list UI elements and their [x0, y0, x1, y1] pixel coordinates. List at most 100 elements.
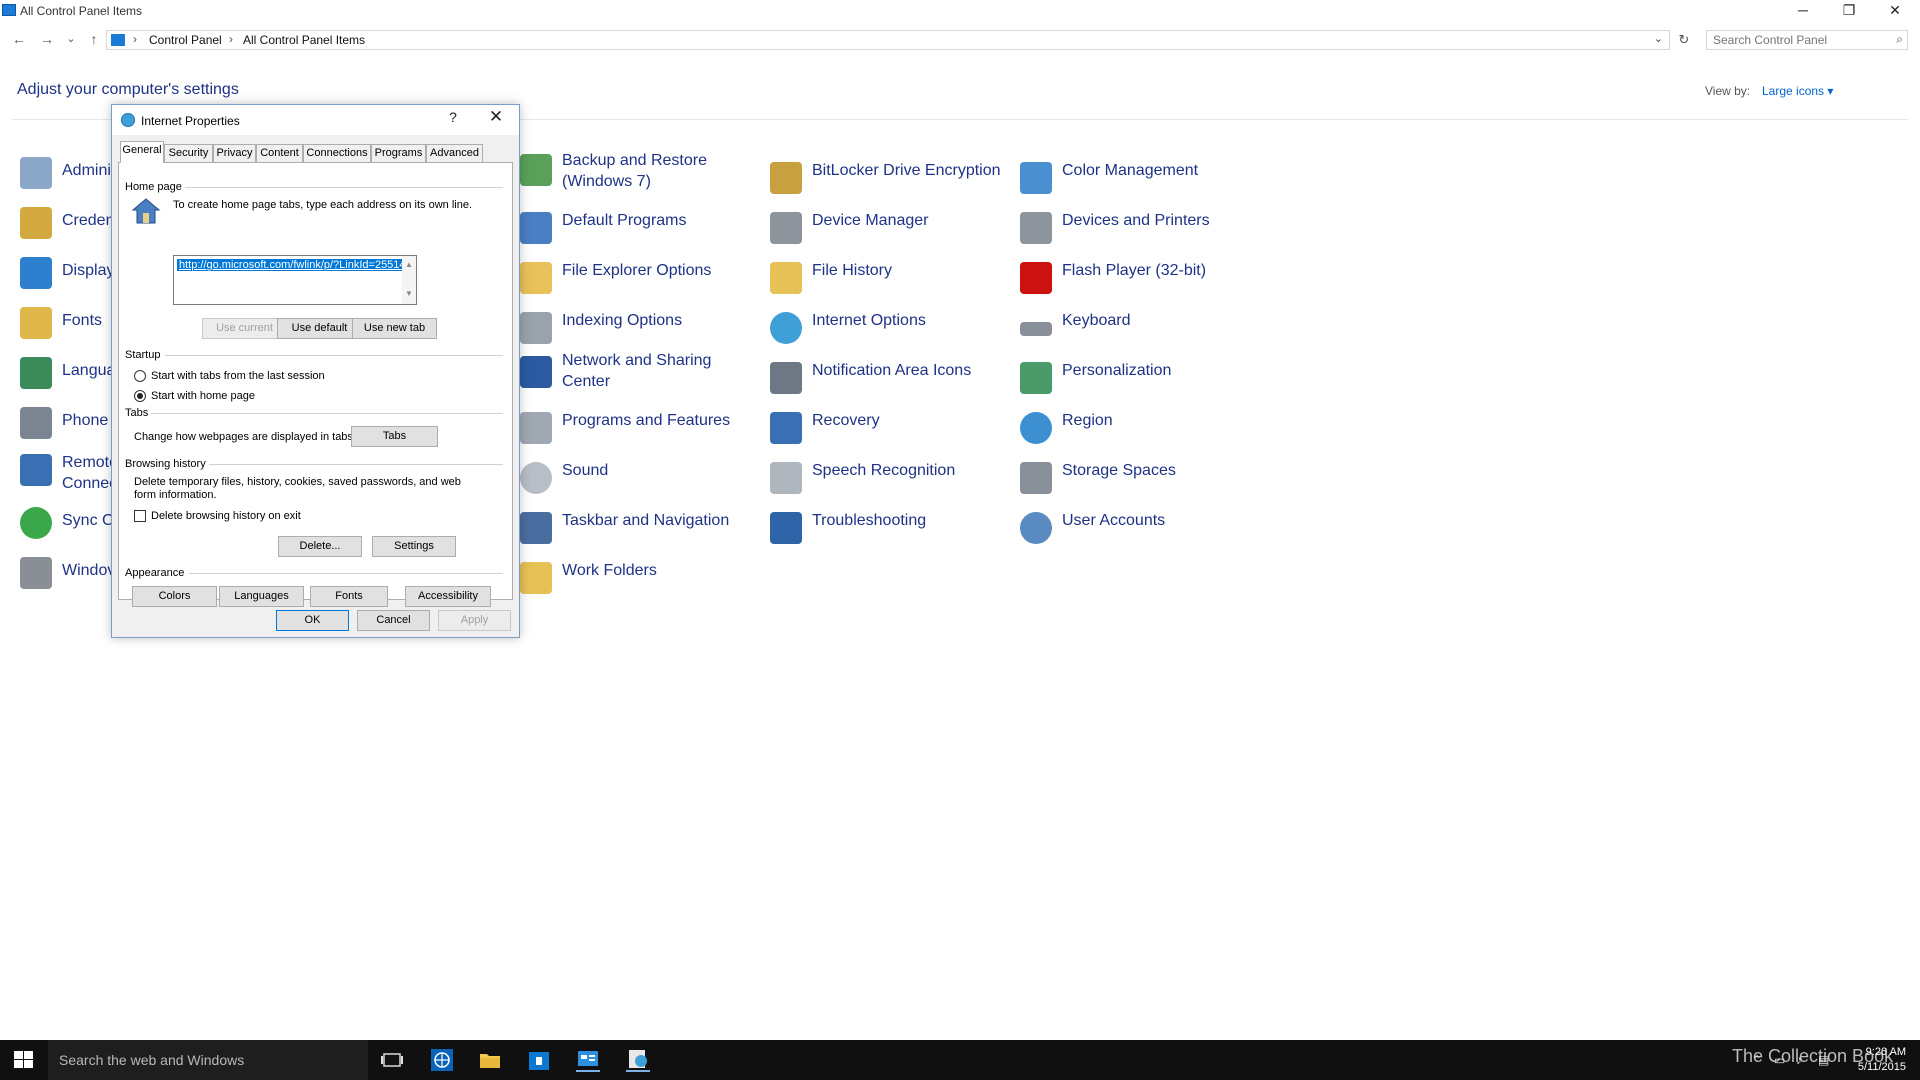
cp-item-devices-printers[interactable]: Devices and Printers [1020, 210, 1260, 250]
backup-icon [520, 154, 552, 186]
cp-item-work-folders[interactable]: Work Folders [520, 560, 760, 600]
keyboard-icon [1020, 322, 1052, 336]
cp-item-label: Personalization [1062, 362, 1172, 379]
languages-button[interactable]: Languages [219, 586, 304, 607]
cp-item-storage-spaces[interactable]: Storage Spaces [1020, 460, 1260, 500]
tab-programs[interactable]: Programs [371, 144, 426, 162]
delete-on-exit-checkbox[interactable] [134, 510, 146, 522]
system-clock[interactable]: 9:26 AM 5/11/2015 [1846, 1045, 1906, 1075]
cp-item-keyboard[interactable]: Keyboard [1020, 310, 1260, 350]
history-settings-button[interactable]: Settings [372, 536, 456, 557]
cp-item-label: Speech Recognition [812, 462, 956, 479]
cp-item-label: Storage Spaces [1062, 462, 1176, 479]
recent-locations-button[interactable]: ⌄ [62, 30, 80, 48]
up-button[interactable]: ↑ [85, 30, 103, 48]
refresh-button[interactable]: ↻ [1674, 30, 1694, 50]
home-page-url-text[interactable]: http://go.microsoft.com/fwlink/p/?LinkId… [177, 259, 414, 271]
store-icon[interactable] [527, 1048, 551, 1072]
cp-item-speech-recognition[interactable]: Speech Recognition [770, 460, 1010, 500]
view-by-dropdown[interactable]: Large icons ▾ [1762, 84, 1833, 98]
cp-item-internet-options[interactable]: Internet Options [770, 310, 1010, 350]
cp-item-region[interactable]: Region [1020, 410, 1260, 450]
forward-button[interactable]: → [38, 30, 56, 48]
window-title: All Control Panel Items [20, 4, 143, 18]
cp-item-default-programs[interactable]: Default Programs [520, 210, 760, 250]
tab-content[interactable]: Content [256, 144, 303, 162]
accessibility-button[interactable]: Accessibility [405, 586, 491, 607]
cp-item-color-management[interactable]: Color Management [1020, 160, 1260, 200]
windows-start-icon[interactable] [14, 1051, 34, 1069]
cp-item-taskbar-navigation[interactable]: Taskbar and Navigation [520, 510, 760, 550]
taskbar-search-text[interactable]: Search the web and Windows [59, 1052, 244, 1068]
startup-last-session-radio[interactable] [134, 370, 146, 382]
show-hidden-icons-icon[interactable]: ⌃ [1752, 1053, 1762, 1067]
cp-item-programs-features[interactable]: Programs and Features [520, 410, 760, 450]
cp-item-sound[interactable]: Sound [520, 460, 760, 500]
url-scrollbar[interactable]: ▲ ▼ [402, 256, 416, 304]
startup-home-page-radio[interactable] [134, 390, 146, 402]
tab-general[interactable]: General [120, 141, 164, 163]
help-button[interactable]: ? [442, 109, 464, 125]
cp-item-user-accounts[interactable]: User Accounts [1020, 510, 1260, 550]
appearance-group-title: Appearance [125, 567, 185, 579]
cancel-button[interactable]: Cancel [357, 610, 430, 631]
tab-connections[interactable]: Connections [303, 144, 371, 162]
tabs-settings-button[interactable]: Tabs [351, 426, 438, 447]
fonts-button[interactable]: Fonts [310, 586, 388, 607]
search-input[interactable] [1707, 31, 1877, 49]
close-button[interactable]: ✕ [1872, 0, 1918, 22]
delete-on-exit-label[interactable]: Delete browsing history on exit [151, 510, 301, 522]
dialog-titlebar[interactable]: Internet Properties ? ✕ [112, 105, 519, 135]
ok-button[interactable]: OK [276, 610, 349, 631]
cp-item-backup-restore[interactable]: Backup and Restore (Windows 7) [520, 150, 760, 190]
breadcrumb-separator-icon[interactable]: › [229, 32, 233, 46]
back-button[interactable]: ← [10, 30, 28, 48]
cp-item-device-manager[interactable]: Device Manager [770, 210, 1010, 250]
cp-item-network-sharing[interactable]: Network and Sharing Center [520, 350, 760, 390]
cp-item-recovery[interactable]: Recovery [770, 410, 1010, 450]
use-new-tab-button[interactable]: Use new tab [352, 318, 437, 339]
cp-item-notification-area-icons[interactable]: Notification Area Icons [770, 360, 1010, 400]
printer-icon [1020, 212, 1052, 244]
taskbar-search-box[interactable]: Search the web and Windows [48, 1040, 368, 1080]
startup-home-page-label[interactable]: Start with home page [151, 390, 255, 402]
group-divider [189, 573, 503, 574]
file-explorer-icon[interactable] [478, 1048, 502, 1072]
browser-globe-icon[interactable] [430, 1048, 454, 1072]
cp-item-flash-player[interactable]: Flash Player (32-bit) [1020, 260, 1260, 300]
internet-properties-taskbar-icon[interactable] [626, 1048, 650, 1072]
delete-history-button[interactable]: Delete... [278, 536, 362, 557]
breadcrumb-all-items[interactable]: All Control Panel Items [243, 33, 365, 47]
breadcrumb-separator-icon[interactable]: › [133, 32, 137, 46]
search-box[interactable]: ⌕ [1706, 30, 1908, 50]
action-center-icon[interactable]: ▤ [1818, 1053, 1829, 1067]
control-panel-taskbar-icon[interactable] [576, 1048, 600, 1072]
startup-group-title: Startup [125, 349, 161, 361]
cp-item-file-history[interactable]: File History [770, 260, 1010, 300]
startup-last-session-label[interactable]: Start with tabs from the last session [151, 370, 325, 382]
use-current-button[interactable]: Use current [202, 318, 287, 339]
cp-item-file-explorer-options[interactable]: File Explorer Options [520, 260, 760, 300]
chevron-down-icon[interactable]: ⌄ [1654, 32, 1663, 45]
breadcrumb-control-panel[interactable]: Control Panel [149, 33, 222, 47]
internet-properties-dialog: Internet Properties ? ✕ General Security… [111, 104, 520, 638]
dialog-close-button[interactable]: ✕ [484, 107, 508, 127]
tab-security[interactable]: Security [164, 144, 213, 162]
use-default-button[interactable]: Use default [277, 318, 362, 339]
cp-item-indexing-options[interactable]: Indexing Options [520, 310, 760, 350]
tab-privacy[interactable]: Privacy [213, 144, 256, 162]
tab-advanced[interactable]: Advanced [426, 144, 483, 162]
colors-button[interactable]: Colors [132, 586, 217, 607]
task-view-icon[interactable] [380, 1048, 404, 1072]
volume-icon[interactable]: ♪ [1796, 1053, 1802, 1067]
minimize-button[interactable]: ─ [1780, 0, 1826, 22]
search-icon[interactable]: ⌕ [1896, 32, 1903, 47]
maximize-button[interactable]: ❐ [1826, 0, 1872, 22]
apply-button[interactable]: Apply [438, 610, 511, 631]
home-page-url-field[interactable]: http://go.microsoft.com/fwlink/p/?LinkId… [173, 255, 417, 305]
cp-item-troubleshooting[interactable]: Troubleshooting [770, 510, 1010, 550]
address-bar[interactable]: › Control Panel › All Control Panel Item… [106, 30, 1670, 50]
network-tray-icon[interactable]: ▭ [1774, 1053, 1785, 1067]
cp-item-bitlocker[interactable]: BitLocker Drive Encryption [770, 160, 1010, 200]
cp-item-personalization[interactable]: Personalization [1020, 360, 1260, 400]
